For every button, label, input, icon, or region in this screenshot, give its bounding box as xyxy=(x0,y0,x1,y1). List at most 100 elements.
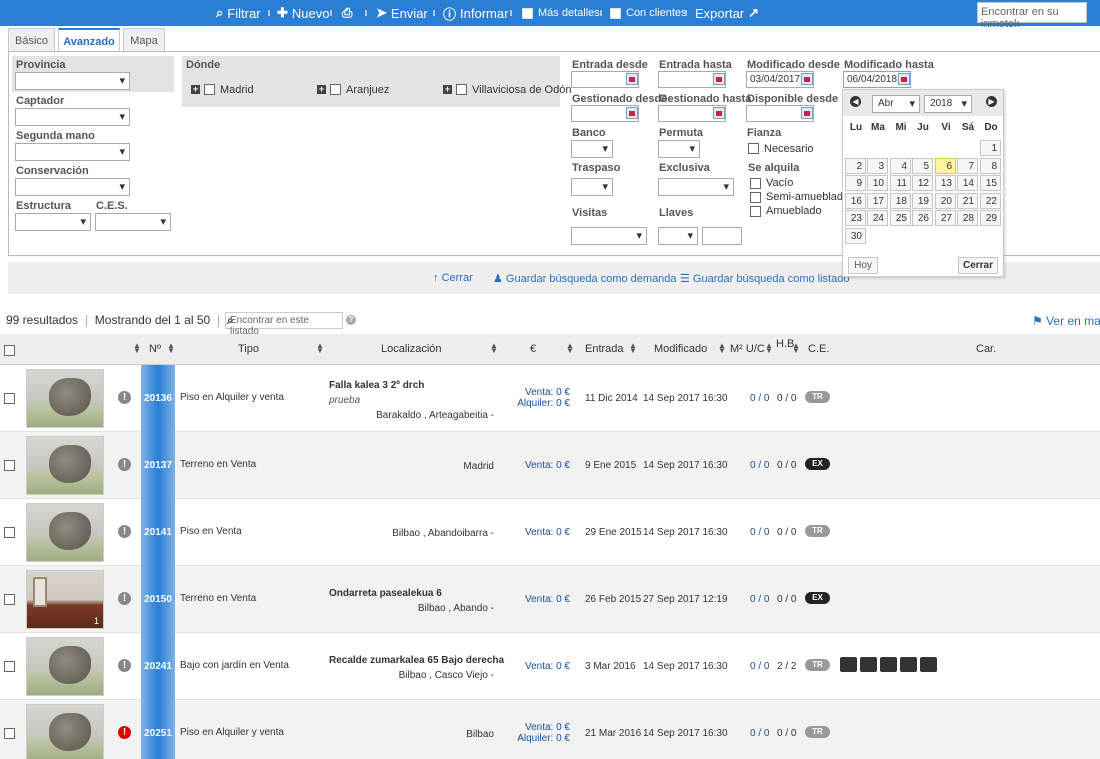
expand-icon[interactable]: + xyxy=(191,85,200,94)
calendar-day[interactable]: 13 xyxy=(935,175,956,191)
alert-icon[interactable]: ! xyxy=(118,525,131,538)
property-id[interactable]: 20150 xyxy=(141,566,175,633)
calendar-icon[interactable] xyxy=(801,107,813,119)
place-checkbox[interactable] xyxy=(456,84,467,95)
col-localizacion[interactable]: Localización xyxy=(381,343,442,355)
new-button[interactable]: ✚ Nuevo xyxy=(277,0,329,26)
list-search-input[interactable]: Encontrar en este listado xyxy=(225,312,343,337)
calendar-day[interactable]: 23 xyxy=(845,210,866,226)
property-id[interactable]: 20251 xyxy=(141,700,175,759)
exclusiva-select[interactable] xyxy=(658,178,734,196)
tab-mapa[interactable]: Mapa xyxy=(123,28,165,52)
property-id[interactable]: 20241 xyxy=(141,633,175,700)
more-details-toggle[interactable]: Más detalles xyxy=(522,0,600,26)
col-m2[interactable]: M² U/C xyxy=(730,343,765,355)
calendar-day[interactable]: 20 xyxy=(935,193,956,209)
sort-icon[interactable]: ▲ ▼ xyxy=(566,342,574,355)
calendar-icon[interactable] xyxy=(713,107,725,119)
tab-avanzado[interactable]: Avanzado xyxy=(58,28,120,53)
calendar-day[interactable]: 4 xyxy=(890,158,911,174)
export-button[interactable]: Exportar ↗ xyxy=(695,0,763,26)
traspaso-select[interactable] xyxy=(571,178,613,196)
year-select[interactable]: 2018 xyxy=(924,95,972,113)
property-thumbnail[interactable] xyxy=(26,503,104,562)
estructura-select[interactable] xyxy=(15,213,91,231)
calendar-day[interactable]: 1 xyxy=(980,140,1001,156)
row-checkbox[interactable] xyxy=(4,527,15,538)
necesario-checkbox[interactable] xyxy=(748,143,759,154)
col-car[interactable]: Car. xyxy=(976,343,996,355)
expand-icon[interactable]: + xyxy=(443,85,452,94)
col-modificado[interactable]: Modificado xyxy=(654,343,707,355)
checkbox[interactable] xyxy=(522,7,533,19)
calendar-day[interactable]: 16 xyxy=(845,193,866,209)
llaves-select[interactable] xyxy=(658,227,698,245)
calendar-day[interactable]: 22 xyxy=(980,193,1001,209)
calendar-day[interactable]: 2 xyxy=(845,158,866,174)
calendar-day[interactable]: 6 xyxy=(935,158,956,174)
row-checkbox[interactable] xyxy=(4,393,15,404)
calendar-icon[interactable] xyxy=(626,73,638,85)
calendar-icon[interactable] xyxy=(898,73,910,85)
calendar-day[interactable]: 19 xyxy=(912,193,933,209)
property-thumbnail[interactable] xyxy=(26,436,104,495)
calendar-day[interactable]: 14 xyxy=(957,175,978,191)
segunda-mano-select[interactable] xyxy=(15,143,130,161)
property-id[interactable]: 20136 xyxy=(141,365,175,432)
col-precio[interactable]: € xyxy=(530,343,536,355)
calendar-day[interactable]: 21 xyxy=(957,193,978,209)
provincia-select[interactable] xyxy=(15,72,130,90)
ces-select[interactable] xyxy=(95,213,171,231)
alert-icon[interactable]: ! xyxy=(118,726,131,739)
col-num[interactable]: Nº xyxy=(149,343,161,355)
calendar-day[interactable]: 15 xyxy=(980,175,1001,191)
expand-icon[interactable]: + xyxy=(317,85,326,94)
calendar-day[interactable]: 9 xyxy=(845,175,866,191)
visitas-select[interactable] xyxy=(571,227,647,245)
alert-icon[interactable]: ! xyxy=(118,458,131,471)
calendar-day[interactable]: 29 xyxy=(980,210,1001,226)
alert-icon[interactable]: ! xyxy=(118,391,131,404)
calendar-day[interactable]: 17 xyxy=(867,193,888,209)
prev-month-icon[interactable]: ◀ xyxy=(850,96,861,107)
calendar-day[interactable]: 8 xyxy=(980,158,1001,174)
calendar-day[interactable]: 11 xyxy=(890,175,911,191)
calendar-close-button[interactable]: Cerrar xyxy=(958,257,998,274)
checkbox[interactable] xyxy=(610,7,621,19)
calendar-day[interactable]: 5 xyxy=(912,158,933,174)
close-filter-button[interactable]: ↑ Cerrar xyxy=(433,272,473,284)
calendar-day[interactable]: 30 xyxy=(845,228,866,244)
calendar-day[interactable]: 18 xyxy=(890,193,911,209)
sort-icon[interactable]: ▲ ▼ xyxy=(765,342,773,355)
tab-basico[interactable]: Básico xyxy=(8,28,55,52)
calendar-day[interactable]: 26 xyxy=(912,210,933,226)
sort-icon[interactable]: ▲ ▼ xyxy=(718,342,726,355)
captador-select[interactable] xyxy=(15,108,130,126)
calendar-day[interactable]: 27 xyxy=(935,210,956,226)
with-clients-toggle[interactable]: Con clientes xyxy=(610,0,687,26)
row-checkbox[interactable] xyxy=(4,661,15,672)
sort-icon[interactable]: ▲ ▼ xyxy=(490,342,498,355)
select-all-checkbox[interactable] xyxy=(4,345,15,356)
print-button[interactable]: ⎙ xyxy=(342,0,356,26)
calendar-day[interactable]: 3 xyxy=(867,158,888,174)
property-thumbnail[interactable]: 1 xyxy=(26,570,104,629)
calendar-day[interactable]: 7 xyxy=(957,158,978,174)
col-tipo[interactable]: Tipo xyxy=(238,343,259,355)
view-map-link[interactable]: ⚑ Ver en mapa xyxy=(1032,314,1100,328)
global-search-input[interactable]: Encontrar en su inmotek xyxy=(977,2,1087,30)
filter-button[interactable]: ⌕ Filtrar xyxy=(216,0,261,26)
col-entrada[interactable]: Entrada xyxy=(585,343,624,355)
llaves-input[interactable] xyxy=(702,227,742,245)
sort-icon[interactable]: ▲ ▼ xyxy=(316,342,324,355)
send-button[interactable]: ➤ Enviar xyxy=(376,0,428,26)
calendar-icon[interactable] xyxy=(626,107,638,119)
sort-icon[interactable]: ▲ ▼ xyxy=(629,342,637,355)
col-ce[interactable]: C.E. xyxy=(808,343,829,355)
property-id[interactable]: 20141 xyxy=(141,499,175,566)
calendar-icon[interactable] xyxy=(801,73,813,85)
alert-icon[interactable]: ! xyxy=(118,592,131,605)
inform-button[interactable]: ⓘ Informar xyxy=(443,0,508,26)
place-checkbox[interactable] xyxy=(330,84,341,95)
sort-icon[interactable]: ▲ ▼ xyxy=(133,342,141,355)
